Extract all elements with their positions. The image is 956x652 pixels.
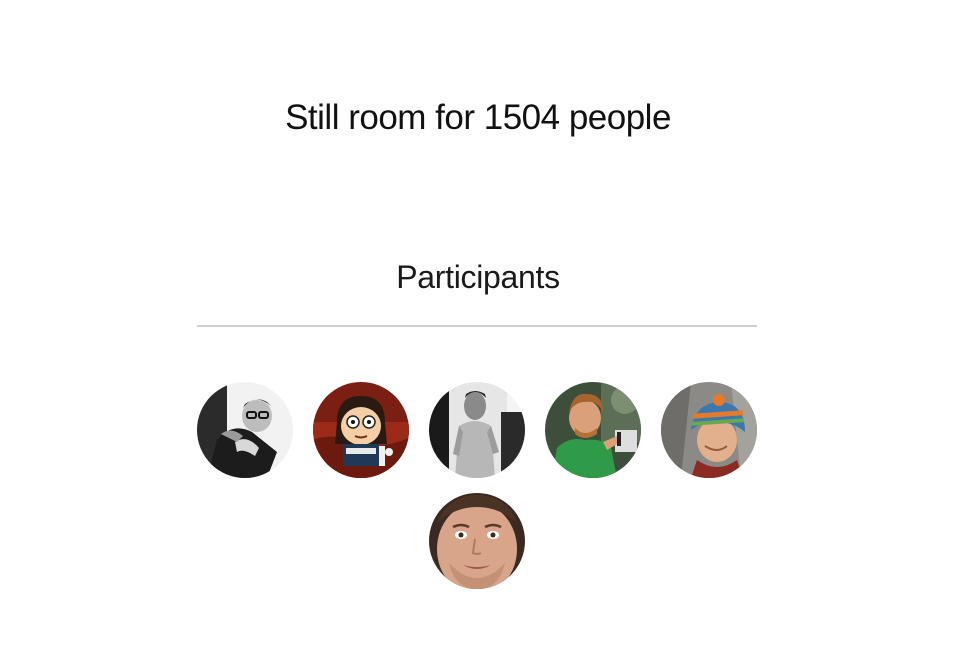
page: Still room for 1504 people Participants <box>0 0 956 652</box>
avatar-photo-knit-hat <box>661 382 757 478</box>
avatar-photo-green-shirt <box>545 382 641 478</box>
participant-avatar-4[interactable] <box>545 382 641 478</box>
participant-avatar-5[interactable] <box>661 382 757 478</box>
participants-heading: Participants <box>396 259 560 295</box>
room-availability-text: Still room for 1504 people <box>285 98 671 137</box>
divider <box>197 325 757 327</box>
participant-avatar-3[interactable] <box>429 382 525 478</box>
avatar-cartoon <box>313 382 409 478</box>
participant-avatar-2[interactable] <box>313 382 409 478</box>
avatar-photo-bw-glasses <box>197 382 293 478</box>
avatar-photo-bw <box>429 382 525 478</box>
participant-avatar-1[interactable] <box>197 382 293 478</box>
participants-list <box>197 382 757 589</box>
participant-avatar-6[interactable] <box>429 493 525 589</box>
avatar-photo-face <box>429 493 525 589</box>
